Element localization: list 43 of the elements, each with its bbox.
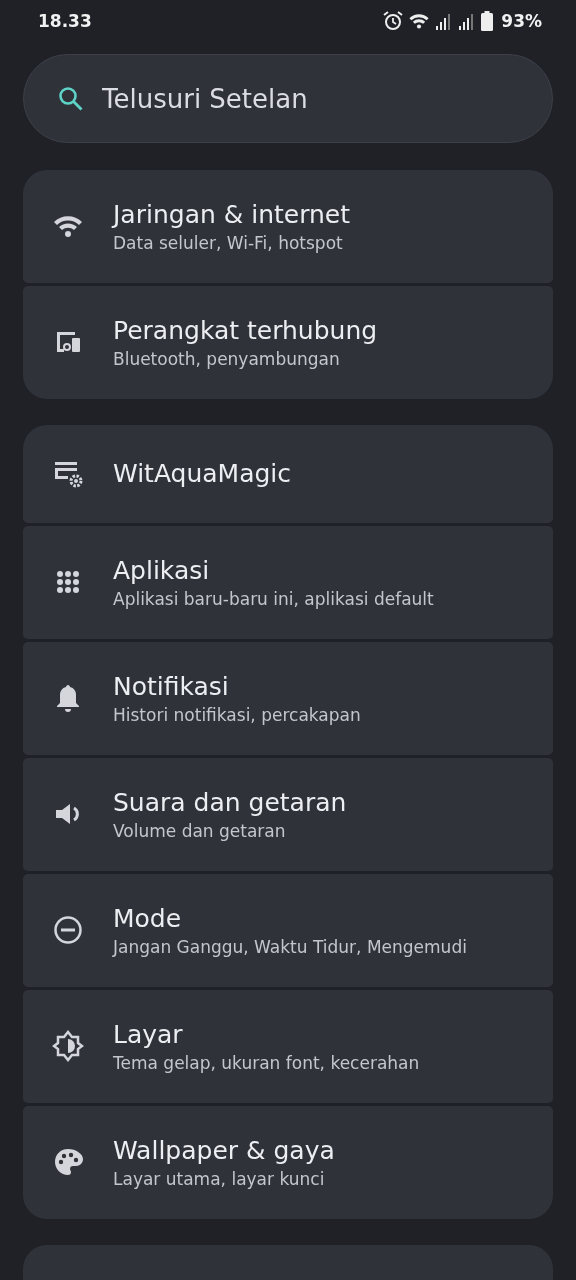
settings-item[interactable]: Aplikasi Aplikasi baru-baru ini, aplikasi default [23, 525, 553, 639]
item-subtitle: Bluetooth, penyambungan [113, 348, 341, 369]
item-title: Notifikasi [113, 671, 230, 701]
settings-item[interactable]: Mode Jangan Ganggu, Waktu Tidur, Mengemudi [23, 873, 553, 987]
grid-dots-icon [56, 570, 80, 595]
search-bar[interactable]: Telusuri Setelan [23, 54, 553, 143]
settings-item[interactable]: WitAquaMagic [23, 424, 553, 523]
battery-icon [481, 11, 494, 32]
item-title: WitAquaMagic [113, 459, 292, 489]
item-title: Perangkat terhubung [113, 315, 378, 345]
settings-item[interactable]: Suara dan getaran Volume dan getaran [23, 757, 553, 871]
store-gear-icon [53, 459, 83, 488]
minus-circle-icon [53, 915, 83, 946]
speaker-icon [54, 802, 82, 827]
item-title: Layar [113, 1019, 184, 1049]
alarm-icon [383, 11, 404, 32]
wifi-icon [52, 214, 84, 239]
item-subtitle: Volume dan getaran [113, 820, 287, 841]
battery-percent: 93% [501, 11, 542, 32]
item-title: Aplikasi [113, 555, 211, 585]
search-icon [58, 85, 84, 112]
item-title: Wallpaper & gaya [113, 1135, 335, 1165]
item-subtitle: Aplikasi baru-baru ini, aplikasi default [113, 588, 434, 609]
palette-icon [53, 1147, 83, 1178]
item-title: Jaringan & internet [113, 199, 351, 229]
wifi-signal-icon [408, 12, 431, 31]
settings-item[interactable]: Jaringan & internet Data seluler, Wi-Fi, hotspot [23, 169, 553, 283]
bell-icon [56, 684, 80, 713]
item-subtitle: Data seluler, Wi-Fi, hotspot [113, 232, 344, 253]
settings-item[interactable]: Wallpaper & gaya Layar utama, layar kunci [23, 1105, 553, 1219]
item-subtitle: Jangan Ganggu, Waktu Tidur, Mengemudi [113, 936, 467, 957]
devices-icon [54, 330, 82, 355]
item-title: Suara dan getaran [113, 787, 347, 817]
item-subtitle: Layar utama, layar kunci [113, 1168, 326, 1189]
item-subtitle: Histori notifikasi, percakapan [113, 704, 361, 725]
status-time: 18.33 [38, 11, 93, 32]
item-title: Mode [113, 903, 183, 933]
settings-item[interactable]: Notifikasi Histori notifikasi, percakapan [23, 641, 553, 755]
search-field[interactable]: Telusuri Setelan [100, 82, 552, 115]
settings-item[interactable]: Perangkat terhubung Bluetooth, penyambungan [23, 285, 553, 399]
brightness-icon [52, 1030, 84, 1063]
settings-item[interactable]: Layar Tema gelap, ukuran font, kecerahan [23, 989, 553, 1103]
item-subtitle: Tema gelap, ukuran font, kecerahan [113, 1052, 420, 1073]
